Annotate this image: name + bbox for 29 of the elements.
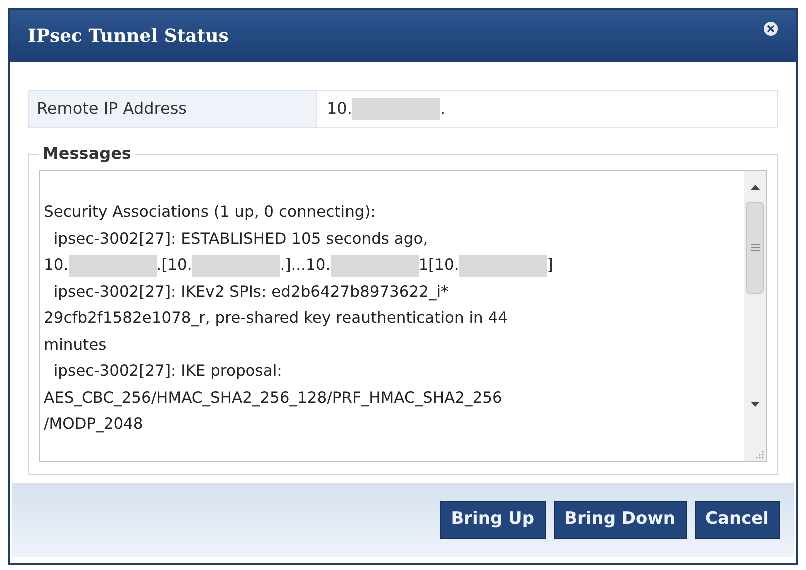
- message-text: 10.: [327, 98, 352, 120]
- scroll-up-icon: [750, 185, 760, 190]
- scroll-down-icon: [750, 402, 760, 407]
- message-text: ]: [547, 256, 554, 274]
- scrollbar-thumb[interactable]: [746, 202, 764, 294]
- group-legend: Messages: [39, 142, 136, 166]
- dialog-button[interactable]: Bring Down: [554, 501, 687, 539]
- message-text: AES_CBC_256/HMAC_SHA2_256_128/PRF_HMAC_SHA2_256: [44, 388, 502, 406]
- message-text: 1[10.: [418, 256, 460, 274]
- resize-grip-icon[interactable]: [756, 451, 764, 459]
- message-text: minutes: [44, 336, 107, 354]
- message-text: .]...10.: [280, 256, 331, 274]
- close-icon: [767, 25, 775, 33]
- message-text: .: [440, 98, 446, 120]
- scrollbar[interactable]: [744, 171, 766, 461]
- message-text: ipsec-3002[27]: IKEv2 SPIs: ed2b6427b8973622_i*: [52, 282, 449, 300]
- message-text: 10.: [44, 256, 69, 274]
- field-label-cell: Remote IP Address: [29, 91, 317, 127]
- grip-icon: [750, 244, 760, 252]
- close-button[interactable]: [764, 22, 778, 36]
- message-text: Security Associations (1 up, 0 connecting):: [44, 203, 376, 221]
- message-text: ipsec-3002[27]: IKE proposal:: [52, 362, 282, 380]
- window-title: IPsec Tunnel Status: [28, 24, 229, 48]
- message-text: /MODP_2048: [44, 415, 144, 433]
- message-text: ipsec-3002[27]: ESTABLISHED 105 seconds ago,: [52, 230, 428, 248]
- dialog-button[interactable]: Cancel: [694, 501, 780, 539]
- message-text: 29cfb2f1582e1078_r, pre-shared key reauthentication in 44: [44, 309, 508, 327]
- message-text: .[10.: [156, 256, 192, 274]
- dialog-button[interactable]: Bring Up: [440, 501, 546, 539]
